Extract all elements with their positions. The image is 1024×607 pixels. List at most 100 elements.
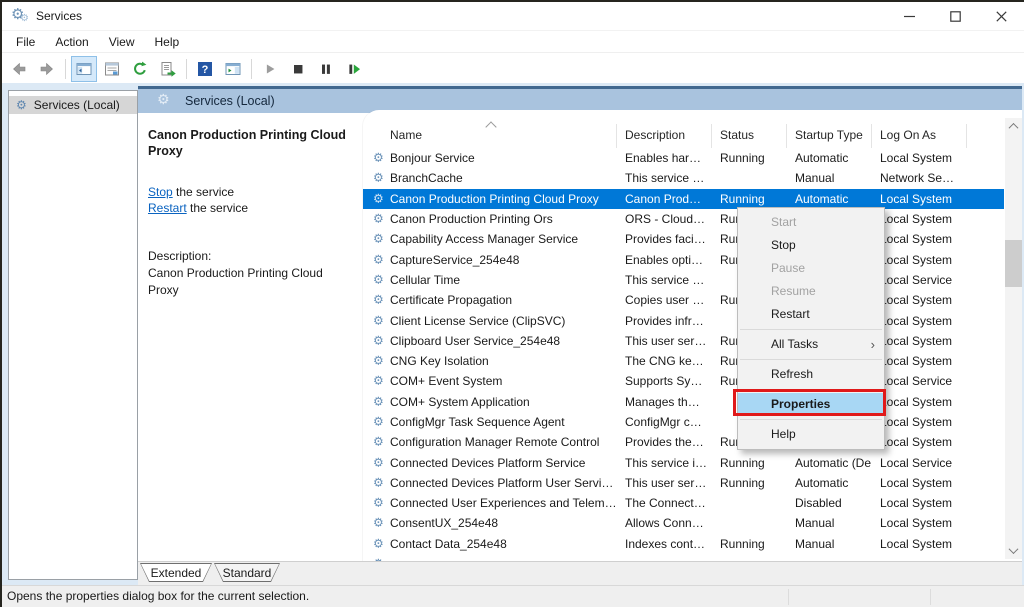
service-icon: ⚙ (373, 294, 384, 306)
table-row[interactable]: ⚙Certificate PropagationCopies user …Run… (363, 290, 1004, 310)
table-row[interactable]: ⚙ConsentUX_254e48Allows Conn…ManualLocal… (363, 513, 1004, 533)
description-text: Canon Production Printing Cloud Proxy (148, 265, 353, 299)
table-row[interactable]: ⚙CaptureService_254e48Enables opti…Runni… (363, 249, 1004, 269)
description-cell: The Connect… (617, 493, 712, 513)
stop-service-line: Stop the service (148, 184, 248, 200)
description-cell: Supports Sy… (617, 371, 712, 391)
menu-view[interactable]: View (99, 31, 145, 53)
restart-service-button[interactable] (341, 56, 367, 82)
export-list-icon (159, 60, 177, 78)
scrollbar-thumb[interactable] (1005, 240, 1022, 287)
log-on-as-cell: Local System (872, 331, 967, 351)
show-console-tree-button[interactable] (71, 56, 97, 82)
stop-icon (290, 61, 306, 77)
help-button[interactable]: ? (192, 56, 218, 82)
menu-file[interactable]: File (6, 31, 45, 53)
context-menu-item-stop[interactable]: Stop (738, 234, 884, 257)
table-row[interactable]: ⚙Capability Access Manager ServiceProvid… (363, 229, 1004, 249)
status-bar: Opens the properties dialog box for the … (2, 585, 1024, 607)
service-name-text: Connected User Experiences and Telem… (390, 496, 617, 510)
service-name-text: Canon Production Printing Cloud Proxy (390, 192, 599, 206)
table-row[interactable]: ⚙COM+ Event SystemSupports Sy…RunningLoc… (363, 371, 1004, 391)
service-icon: ⚙ (373, 456, 384, 468)
column-header-description[interactable]: Description (617, 124, 712, 148)
stop-service-link[interactable]: Stop (148, 185, 173, 199)
table-row-selected[interactable]: ⚙Canon Production Printing Cloud ProxyCa… (363, 189, 1004, 209)
table-row[interactable]: ⚙CNG Key IsolationThe CNG ke…RunningLoca… (363, 351, 1004, 371)
service-icon: ⚙ (373, 375, 384, 387)
service-icon: ⚙ (373, 253, 384, 265)
refresh-button[interactable] (127, 56, 153, 82)
context-menu-item-refresh[interactable]: Refresh (738, 363, 884, 386)
tab-standard[interactable]: Standard (214, 563, 280, 582)
column-header-startup-type[interactable]: Startup Type (787, 124, 872, 148)
tab-label: Standard (215, 564, 279, 581)
title-bar[interactable]: ⚙ ⚙ Services (2, 2, 1024, 30)
context-menu-item-help[interactable]: Help (738, 423, 884, 446)
gear-icon-small: ⚙ (20, 14, 29, 24)
description-cell: Canon Prod… (617, 189, 712, 209)
context-menu-item-restart[interactable]: Restart (738, 303, 884, 326)
service-icon: ⚙ (373, 233, 384, 245)
start-service-button[interactable] (257, 56, 283, 82)
table-row[interactable]: ⚙Bonjour ServiceEnables har…RunningAutom… (363, 148, 1004, 168)
close-button[interactable] (978, 2, 1024, 30)
service-name-text: BranchCache (390, 171, 463, 185)
maximize-button[interactable] (932, 2, 978, 30)
services-icon: ⚙ (157, 93, 170, 107)
submenu-arrow-icon: › (871, 333, 875, 356)
table-row[interactable]: ⚙Contact Data_254e48Indexes cont…Running… (363, 534, 1004, 554)
table-row[interactable]: ⚙BranchCacheThis service …ManualNetwork … (363, 168, 1004, 188)
description-cell: Provides the… (617, 432, 712, 452)
description-cell: This user ser… (617, 473, 712, 493)
log-on-as-cell: Local System (872, 351, 967, 371)
status-cell (712, 168, 787, 188)
restart-service-link[interactable]: Restart (148, 201, 187, 215)
table-row[interactable]: ⚙Clipboard User Service_254e48This user … (363, 331, 1004, 351)
table-row[interactable]: ⚙Connected Devices Platform User Servi…T… (363, 473, 1004, 493)
context-menu-item-pause[interactable]: Pause (738, 257, 884, 280)
pause-service-button[interactable] (313, 56, 339, 82)
table-row[interactable]: ⚙ConfigMgr Task Sequence AgentConfigMgr … (363, 412, 1004, 432)
column-header-status[interactable]: Status (712, 124, 787, 148)
menu-help[interactable]: Help (145, 31, 190, 53)
name-cell: ⚙BranchCache (363, 168, 617, 188)
table-row[interactable]: ⚙Connected Devices Platform ServiceThis … (363, 452, 1004, 472)
export-list-button[interactable] (155, 56, 181, 82)
status-cell (712, 513, 787, 533)
startup-type-cell: Disabled (787, 493, 872, 513)
show-action-pane-button[interactable] (220, 56, 246, 82)
table-row[interactable]: ⚙Canon Production Printing OrsORS - Clou… (363, 209, 1004, 229)
scroll-down-button[interactable] (1005, 542, 1022, 559)
service-icon: ⚙ (373, 395, 384, 407)
table-row[interactable]: ⚙Connected User Experiences and Telem…Th… (363, 493, 1004, 513)
tree-item-services-local[interactable]: ⚙Services (Local) (9, 96, 137, 114)
table-row[interactable]: ⚙Cellular TimeThis service …Local Servic… (363, 270, 1004, 290)
name-cell: ⚙Bonjour Service (363, 148, 617, 168)
name-cell: ⚙ConsentUX_254e48 (363, 513, 617, 533)
tree-item-label: Services (Local) (34, 98, 120, 112)
startup-type-cell: Automatic (De… (787, 452, 872, 472)
tab-extended[interactable]: Extended (140, 563, 212, 582)
scroll-up-button[interactable] (1005, 118, 1022, 135)
menu-action[interactable]: Action (45, 31, 98, 53)
properties-button[interactable] (99, 56, 125, 82)
vertical-scrollbar[interactable] (1005, 118, 1022, 559)
context-menu-item-resume[interactable]: Resume (738, 280, 884, 303)
startup-type-cell: Automatic (787, 189, 872, 209)
minimize-button[interactable] (886, 2, 932, 30)
column-header-log-on-as[interactable]: Log On As (872, 124, 967, 148)
minimize-icon (904, 11, 915, 22)
service-icon: ⚙ (373, 477, 384, 489)
context-menu-item-start[interactable]: Start (738, 211, 884, 234)
context-menu-item-all-tasks[interactable]: All Tasks› (738, 333, 884, 356)
toolbar-separator (186, 59, 187, 79)
table-row[interactable]: ⚙Client License Service (ClipSVC)Provide… (363, 310, 1004, 330)
service-description: Description: Canon Production Printing C… (148, 248, 353, 299)
back-button[interactable] (6, 56, 32, 82)
service-name-text: Client License Service (ClipSVC) (390, 314, 565, 328)
table-row[interactable]: ⚙COM+ System ApplicationManages th…Local… (363, 392, 1004, 412)
stop-service-button[interactable] (285, 56, 311, 82)
forward-button[interactable] (34, 56, 60, 82)
table-row[interactable]: ⚙Configuration Manager Remote ControlPro… (363, 432, 1004, 452)
